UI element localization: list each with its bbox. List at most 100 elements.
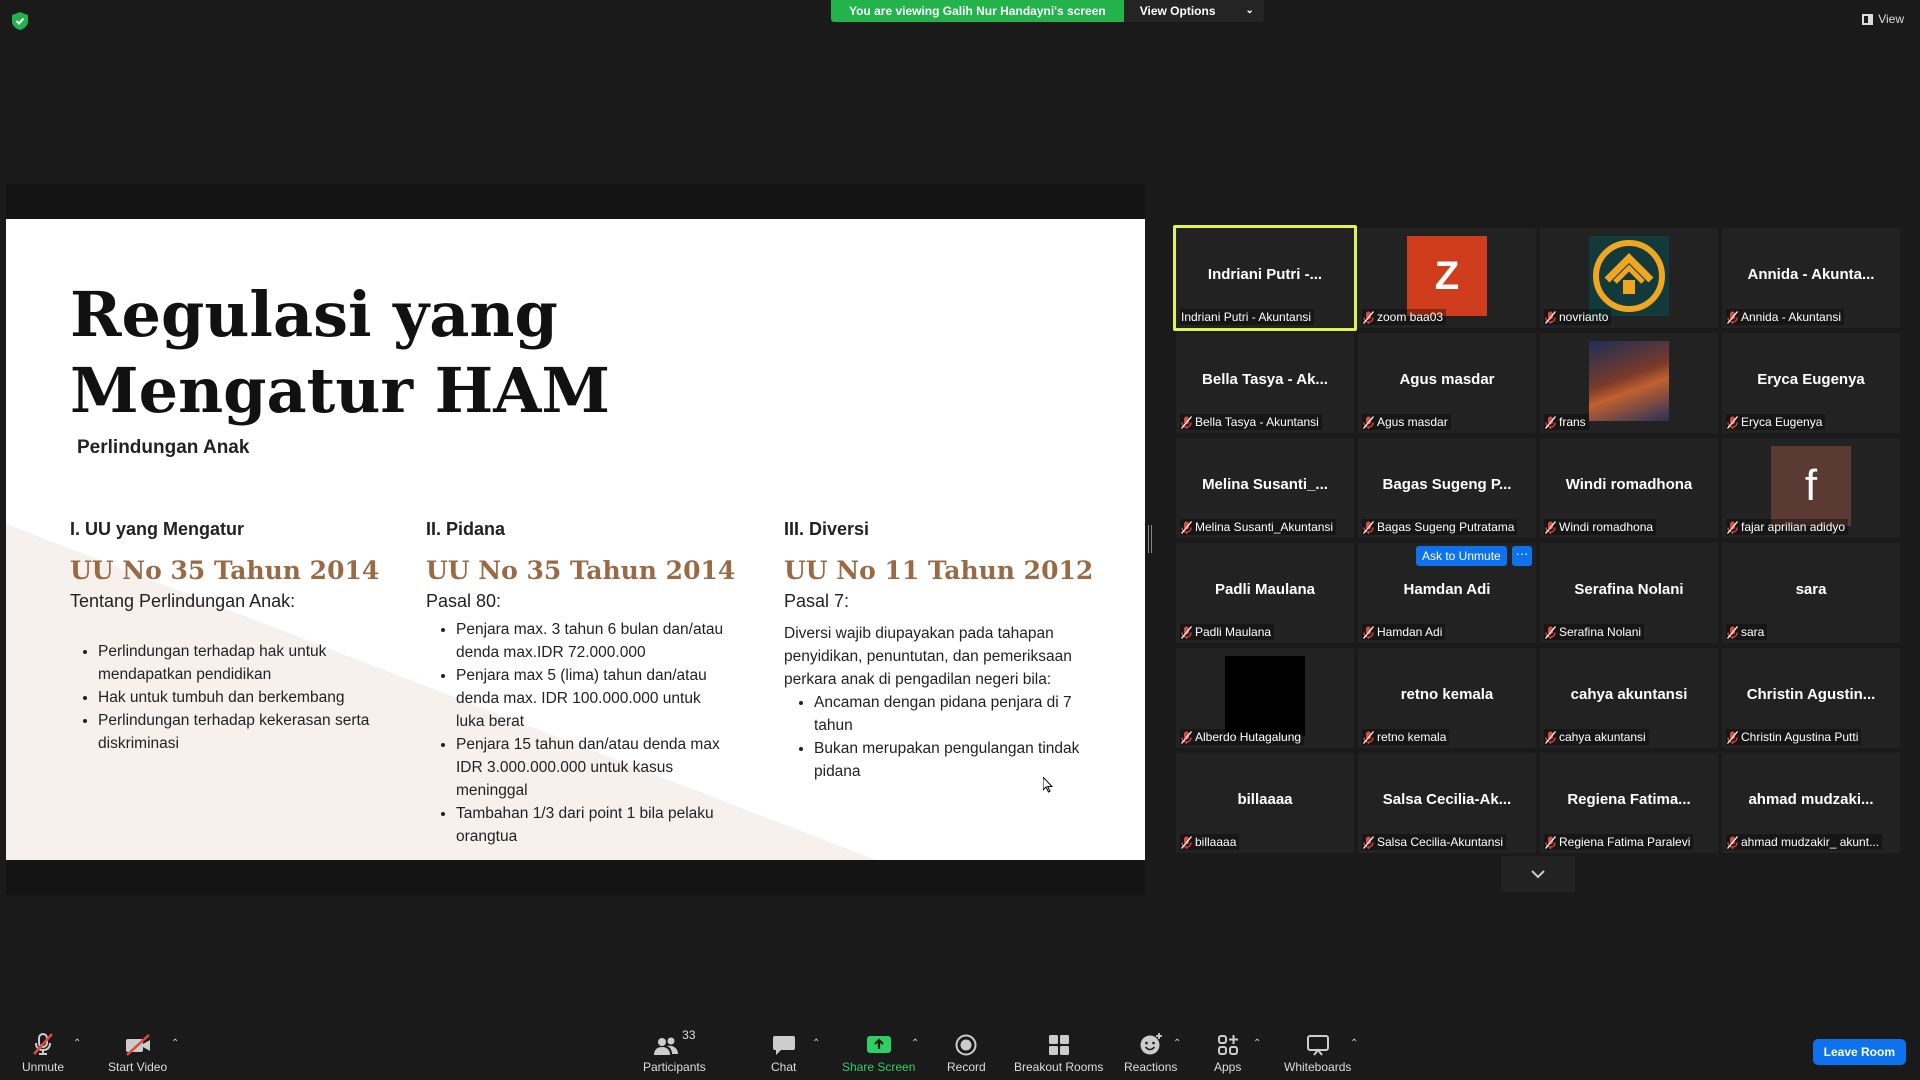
participant-name-label: frans <box>1544 414 1589 430</box>
participant-tile[interactable]: Alberdo Hutagalung <box>1176 648 1354 748</box>
participant-tile[interactable]: Zzoom baa03 <box>1358 228 1536 328</box>
gallery-next-page-button[interactable] <box>1501 856 1575 892</box>
reactions-options-caret-icon[interactable]: ⌃ <box>1173 1038 1181 1049</box>
column-lead: Pasal 7: <box>784 591 850 611</box>
participant-tile[interactable]: sara sara <box>1722 543 1900 643</box>
participant-tile[interactable]: cahya akuntansi cahya akuntansi <box>1540 648 1718 748</box>
column-heading: III. Diversi <box>784 519 870 539</box>
more-options-button[interactable]: ··· <box>1512 546 1532 566</box>
participant-name: Alberdo Hutagalung <box>1195 730 1302 744</box>
whiteboards-label: Whiteboards <box>1284 1060 1352 1074</box>
participant-name: Padli Maulana <box>1195 625 1272 639</box>
bullet-item: Ancaman dengan pidana penjara di 7 tahun <box>814 691 1084 737</box>
participant-display-name: ahmad mudzaki... <box>1748 791 1874 808</box>
avatar <box>1225 656 1305 736</box>
panel-resize-handle[interactable] <box>1148 525 1152 553</box>
participant-name-label: Bagas Sugeng Putratama <box>1362 519 1518 535</box>
participant-name: novrianto <box>1559 310 1609 324</box>
participants-count: 33 <box>682 1028 696 1042</box>
participant-tile[interactable]: Bagas Sugeng P... Bagas Sugeng Putratama <box>1358 438 1536 538</box>
reactions-label: Reactions <box>1124 1060 1178 1074</box>
participant-name-label: sara <box>1726 624 1768 640</box>
participant-name: Regiena Fatima Paralevi <box>1559 835 1691 849</box>
record-button[interactable]: Record <box>947 1030 986 1074</box>
participant-tile[interactable]: frans <box>1540 333 1718 433</box>
audio-options-caret-icon[interactable]: ⌃ <box>73 1038 81 1049</box>
chat-options-caret-icon[interactable]: ⌃ <box>812 1038 820 1049</box>
share-options-caret-icon[interactable]: ⌃ <box>911 1038 919 1049</box>
participant-tile[interactable]: Christin Agustin... Christin Agustina Put… <box>1722 648 1900 748</box>
bullet-item: Perlindungan terhadap kekerasan serta di… <box>98 709 400 755</box>
breakout-rooms-icon <box>1048 1035 1069 1055</box>
breakout-rooms-button[interactable]: Breakout Rooms <box>1014 1030 1103 1074</box>
participant-tile[interactable]: ahmad mudzaki... ahmad mudzakir_ akunt... <box>1722 753 1900 853</box>
participant-tile[interactable]: Eryca Eugenya Eryca Eugenya <box>1722 333 1900 433</box>
microphone-muted-icon <box>1545 730 1556 744</box>
apps-options-caret-icon[interactable]: ⌃ <box>1253 1038 1261 1049</box>
participant-tile[interactable]: Padli Maulana Padli Maulana <box>1176 543 1354 643</box>
participant-name: Hamdan Adi <box>1377 625 1443 639</box>
participant-tile[interactable]: novrianto <box>1540 228 1718 328</box>
participant-name-label: Bella Tasya - Akuntansi <box>1180 414 1322 430</box>
participant-tile[interactable]: Regiena Fatima... Regiena Fatima Paralevi <box>1540 753 1718 853</box>
share-screen-button[interactable]: Share Screen <box>842 1030 915 1074</box>
participant-tile[interactable]: Bella Tasya - Ak... Bella Tasya - Akuntan… <box>1176 333 1354 433</box>
participant-name: retno kemala <box>1377 730 1447 744</box>
security-shield-icon[interactable] <box>12 12 28 30</box>
view-options-button[interactable]: View Options ⌄ <box>1123 0 1264 22</box>
mouse-cursor-icon <box>1043 777 1053 793</box>
participant-tile[interactable]: Agus masdar Agus masdar <box>1358 333 1536 433</box>
microphone-muted-icon <box>1727 415 1738 429</box>
participant-tile[interactable]: Melina Susanti_... Melina Susanti_Akuntan… <box>1176 438 1354 538</box>
participant-tile[interactable]: Serafina Nolani Serafina Nolani <box>1540 543 1718 643</box>
participant-tile[interactable]: Salsa Cecilia-Ak... Salsa Cecilia-Akuntan… <box>1358 753 1536 853</box>
share-screen-icon <box>866 1036 891 1053</box>
participant-name-label: retno kemala <box>1362 729 1450 745</box>
participant-display-name: Windi romadhona <box>1565 476 1693 493</box>
share-screen-label: Share Screen <box>842 1060 916 1074</box>
participant-tile[interactable]: f fajar aprilian adidyo <box>1722 438 1900 538</box>
start-video-button[interactable]: Start Video <box>108 1030 167 1074</box>
column-lead: Tentang Perlindungan Anak: <box>70 591 296 611</box>
whiteboards-options-caret-icon[interactable]: ⌃ <box>1350 1038 1358 1049</box>
participant-name-label: Serafina Nolani <box>1544 624 1645 640</box>
participant-name-label: cahya akuntansi <box>1544 729 1649 745</box>
ask-to-unmute-button[interactable]: Ask to Unmute <box>1416 546 1507 566</box>
view-options-label: View Options <box>1139 4 1216 18</box>
participant-display-name: Regiena Fatima... <box>1567 791 1691 808</box>
participant-tile[interactable]: billaaaa billaaaa <box>1176 753 1354 853</box>
column-body: Diversi wajib diupayakan pada tahapan pe… <box>784 625 1072 688</box>
avatar-initial: Z <box>1434 253 1460 298</box>
bullet-list: Perlindungan terhadap hak untuk mendapat… <box>70 640 400 755</box>
breakout-rooms-label: Breakout Rooms <box>1014 1060 1104 1074</box>
participant-name-label: Indriani Putri - Akuntansi <box>1180 309 1315 325</box>
participant-tile[interactable]: Windi romadhona Windi romadhona <box>1540 438 1718 538</box>
apps-icon <box>1217 1035 1238 1055</box>
reactions-button[interactable]: Reactions <box>1124 1030 1177 1074</box>
view-button[interactable]: View <box>1862 12 1904 26</box>
chat-button[interactable]: Chat <box>771 1030 796 1074</box>
chat-label: Chat <box>771 1060 797 1074</box>
participant-display-name: billaaaa <box>1237 791 1293 808</box>
participant-tile[interactable]: retno kemala retno kemala <box>1358 648 1536 748</box>
participant-tile[interactable]: Indriani Putri -... Indriani Putri - Akun… <box>1173 225 1357 331</box>
slide-column-diversi: III. Diversi UU No 11 Tahun 2012 Pasal 7… <box>784 519 1114 783</box>
chevron-down-icon: ⌄ <box>1245 5 1254 16</box>
meeting-toolbar: Unmute ⌃ Start Video ⌃ 33 Participants C… <box>0 1016 1920 1080</box>
avatar-initial: f <box>1804 461 1818 510</box>
participants-button[interactable]: 33 Participants <box>643 1028 706 1074</box>
bullet-list: Ancaman dengan pidana penjara di 7 tahun… <box>784 691 1084 783</box>
participants-icon <box>654 1037 679 1055</box>
bullet-item: Penjara 15 tahun dan/atau denda max IDR … <box>456 733 726 802</box>
whiteboards-button[interactable]: Whiteboards <box>1284 1030 1351 1074</box>
apps-button[interactable]: Apps <box>1214 1030 1241 1074</box>
participant-name: Indriani Putri - Akuntansi <box>1181 310 1312 324</box>
video-options-caret-icon[interactable]: ⌃ <box>171 1038 179 1049</box>
unmute-button[interactable]: Unmute <box>22 1030 64 1074</box>
participant-name-label: Salsa Cecilia-Akuntansi <box>1362 834 1507 850</box>
participant-display-name: Indriani Putri -... <box>1207 266 1323 283</box>
leave-room-button[interactable]: Leave Room <box>1812 1039 1906 1065</box>
participant-tile[interactable]: Annida - Akunta... Annida - Akuntansi <box>1722 228 1900 328</box>
microphone-muted-icon <box>1363 520 1374 534</box>
viewing-screen-label: You are viewing Galih Nur Handayni's scr… <box>831 0 1124 22</box>
